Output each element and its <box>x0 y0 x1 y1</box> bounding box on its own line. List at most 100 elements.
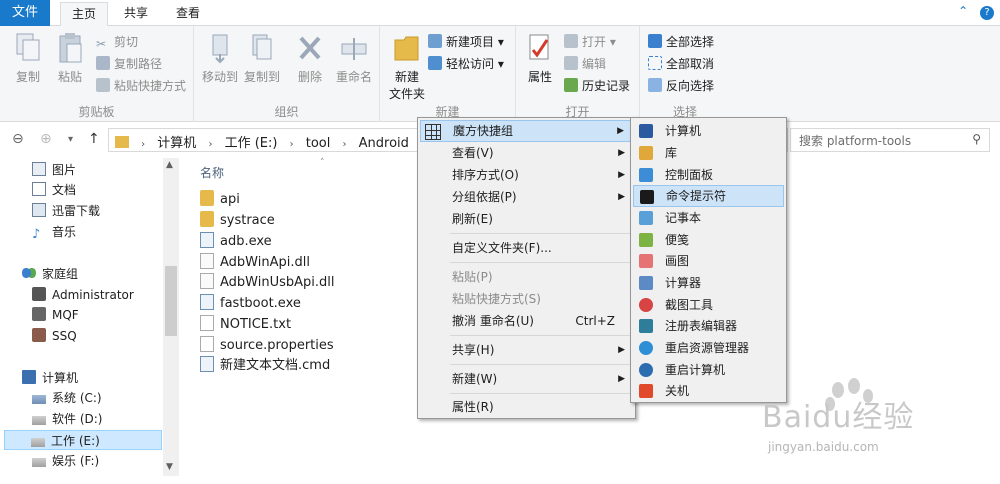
nav-item-documents[interactable]: 文档 <box>32 180 76 200</box>
tab-share[interactable]: 共享 <box>112 2 160 26</box>
menu-item-mofang[interactable]: 魔方快捷组 ▶ <box>420 120 633 142</box>
list-item[interactable]: AdbWinApi.dll <box>200 253 310 273</box>
column-header-name[interactable]: 名称 <box>200 164 224 181</box>
invert-selection-button[interactable]: 反向选择 <box>648 76 714 96</box>
back-arrow-icon[interactable]: ⊖ <box>12 131 24 147</box>
select-all-button[interactable]: 全部选择 <box>648 32 714 52</box>
nav-item-drive-c[interactable]: 系统 (C:) <box>32 388 102 408</box>
properties-button[interactable]: 属性 <box>520 32 560 85</box>
breadcrumb-drive-e[interactable]: 工作 (E:) <box>225 136 278 151</box>
menu-item-group[interactable]: 分组依据(P) ▶ <box>420 186 633 208</box>
up-arrow-icon[interactable]: ↑ <box>88 131 100 147</box>
search-input[interactable]: 搜索 platform-tools ⚲ <box>790 128 990 152</box>
submenu-item-paint[interactable]: 画图 <box>633 250 784 272</box>
scroll-up-icon[interactable]: ▲ <box>166 160 173 170</box>
menu-item-properties[interactable]: 属性(R) <box>420 396 633 418</box>
new-folder-button[interactable]: 新建 文件夹 <box>384 32 430 102</box>
copy-path-button[interactable]: 复制路径 <box>96 54 162 74</box>
submenu-item-control-panel[interactable]: 控制面板 <box>633 164 784 186</box>
drive-icon <box>32 395 46 404</box>
list-item[interactable]: adb.exe <box>200 232 272 252</box>
delete-button[interactable]: 删除 <box>290 32 330 85</box>
breadcrumb-android[interactable]: Android <box>359 136 409 151</box>
menu-label: 重启资源管理器 <box>665 341 750 355</box>
text-file-icon <box>200 315 214 331</box>
nav-item-downloads[interactable]: 迅雷下载 <box>32 201 100 221</box>
menu-item-paste-shortcut[interactable]: 粘贴快捷方式(S) <box>420 288 633 310</box>
copy-path-label: 复制路径 <box>114 57 163 71</box>
paste-shortcut-button[interactable]: 粘贴快捷方式 <box>96 76 186 96</box>
chevron-up-icon[interactable]: ⌃ <box>958 4 968 18</box>
nav-scrollbar[interactable]: ▲ ▼ <box>163 158 179 476</box>
recent-dropdown-icon[interactable]: ▾ <box>68 134 73 145</box>
menu-label: 属性(R) <box>452 400 494 414</box>
list-item[interactable]: fastboot.exe <box>200 294 301 314</box>
easy-access-button[interactable]: 轻松访问 ▾ <box>428 54 504 74</box>
list-item[interactable]: source.properties <box>200 336 334 356</box>
tab-home[interactable]: 主页 <box>60 2 108 27</box>
nav-item-mqf[interactable]: MQF <box>32 305 79 325</box>
nav-item-music[interactable]: ♪ 音乐 <box>32 222 76 242</box>
nav-item-pictures[interactable]: 图片 <box>32 160 76 180</box>
forward-arrow-icon[interactable]: ⊕ <box>40 131 52 147</box>
menu-item-share[interactable]: 共享(H) ▶ <box>420 339 633 361</box>
folder-icon <box>200 211 214 227</box>
submenu-item-computer[interactable]: 计算机 <box>633 120 784 142</box>
menu-label: 新建(W) <box>452 372 498 386</box>
tab-file[interactable]: 文件 <box>0 0 50 26</box>
nav-item-ssq[interactable]: SSQ <box>32 326 77 346</box>
submenu-item-snipping-tool[interactable]: 截图工具 <box>633 294 784 316</box>
cut-button[interactable]: ✂ 剪切 <box>96 32 138 52</box>
menu-item-undo-rename[interactable]: 撤消 重命名(U) Ctrl+Z <box>420 310 633 332</box>
move-to-label: 移动到 <box>201 70 238 84</box>
tab-view[interactable]: 查看 <box>164 2 212 26</box>
open-button[interactable]: 打开 ▾ <box>564 32 616 52</box>
nav-item-drive-e[interactable]: 工作 (E:) <box>4 430 162 450</box>
nav-item-computer[interactable]: 计算机 <box>22 368 78 388</box>
menu-label: 记事本 <box>665 211 702 225</box>
group-organize: 移动到 复制到 删除 重命名 组织 <box>194 26 380 122</box>
user-icon <box>32 328 46 342</box>
copy-button[interactable]: 复制 <box>8 32 48 85</box>
submenu-item-restart-explorer[interactable]: 重启资源管理器 <box>633 337 784 359</box>
list-item[interactable]: 新建文本文档.cmd <box>200 356 330 376</box>
edit-button[interactable]: 编辑 <box>564 54 606 74</box>
executable-icon <box>200 294 214 310</box>
sort-ascending-icon: ˄ <box>320 158 325 168</box>
copy-to-button[interactable]: 复制到 <box>242 32 282 85</box>
menu-item-sort[interactable]: 排序方式(O) ▶ <box>420 164 633 186</box>
nav-item-drive-d[interactable]: 软件 (D:) <box>32 409 102 429</box>
breadcrumb-computer[interactable]: 计算机 <box>157 136 196 151</box>
list-item[interactable]: AdbWinUsbApi.dll <box>200 273 335 293</box>
submenu-item-restart-computer[interactable]: 重启计算机 <box>633 359 784 381</box>
history-button[interactable]: 历史记录 <box>564 76 630 96</box>
menu-item-paste[interactable]: 粘贴(P) <box>420 266 633 288</box>
submenu-item-cmd[interactable]: 命令提示符 <box>633 185 784 207</box>
submenu-item-calculator[interactable]: 计算器 <box>633 272 784 294</box>
list-item[interactable]: NOTICE.txt <box>200 315 291 335</box>
help-icon[interactable]: ? <box>980 6 994 20</box>
nav-item-homegroup[interactable]: 家庭组 <box>22 264 78 284</box>
move-to-button[interactable]: 移动到 <box>200 32 240 85</box>
breadcrumb-tool[interactable]: tool <box>306 136 331 151</box>
list-item[interactable]: api <box>200 190 240 210</box>
submenu-item-sticky-notes[interactable]: 便笺 <box>633 229 784 251</box>
rename-button[interactable]: 重命名 <box>332 32 376 85</box>
nav-item-drive-f[interactable]: 娱乐 (F:) <box>32 451 99 471</box>
nav-label: 娱乐 (F:) <box>52 454 100 468</box>
menu-item-view[interactable]: 查看(V) ▶ <box>420 142 633 164</box>
paste-button[interactable]: 粘贴 <box>50 32 90 85</box>
submenu-item-library[interactable]: 库 <box>633 142 784 164</box>
nav-item-administrator[interactable]: Administrator <box>32 285 134 305</box>
submenu-item-regedit[interactable]: 注册表编辑器 <box>633 315 784 337</box>
menu-item-new[interactable]: 新建(W) ▶ <box>420 368 633 390</box>
scroll-thumb[interactable] <box>165 266 177 336</box>
menu-item-refresh[interactable]: 刷新(E) <box>420 208 633 230</box>
menu-item-customize-folder[interactable]: 自定义文件夹(F)... <box>420 237 633 259</box>
list-item[interactable]: systrace <box>200 211 275 231</box>
scroll-down-icon[interactable]: ▼ <box>166 462 173 472</box>
new-item-button[interactable]: 新建项目 ▾ <box>428 32 504 52</box>
mofang-submenu: 计算机 库 控制面板 命令提示符 记事本 便笺 画图 计算器 截图工具 注册表编… <box>630 117 787 403</box>
select-none-button[interactable]: 全部取消 <box>648 54 714 74</box>
submenu-item-notepad[interactable]: 记事本 <box>633 207 784 229</box>
